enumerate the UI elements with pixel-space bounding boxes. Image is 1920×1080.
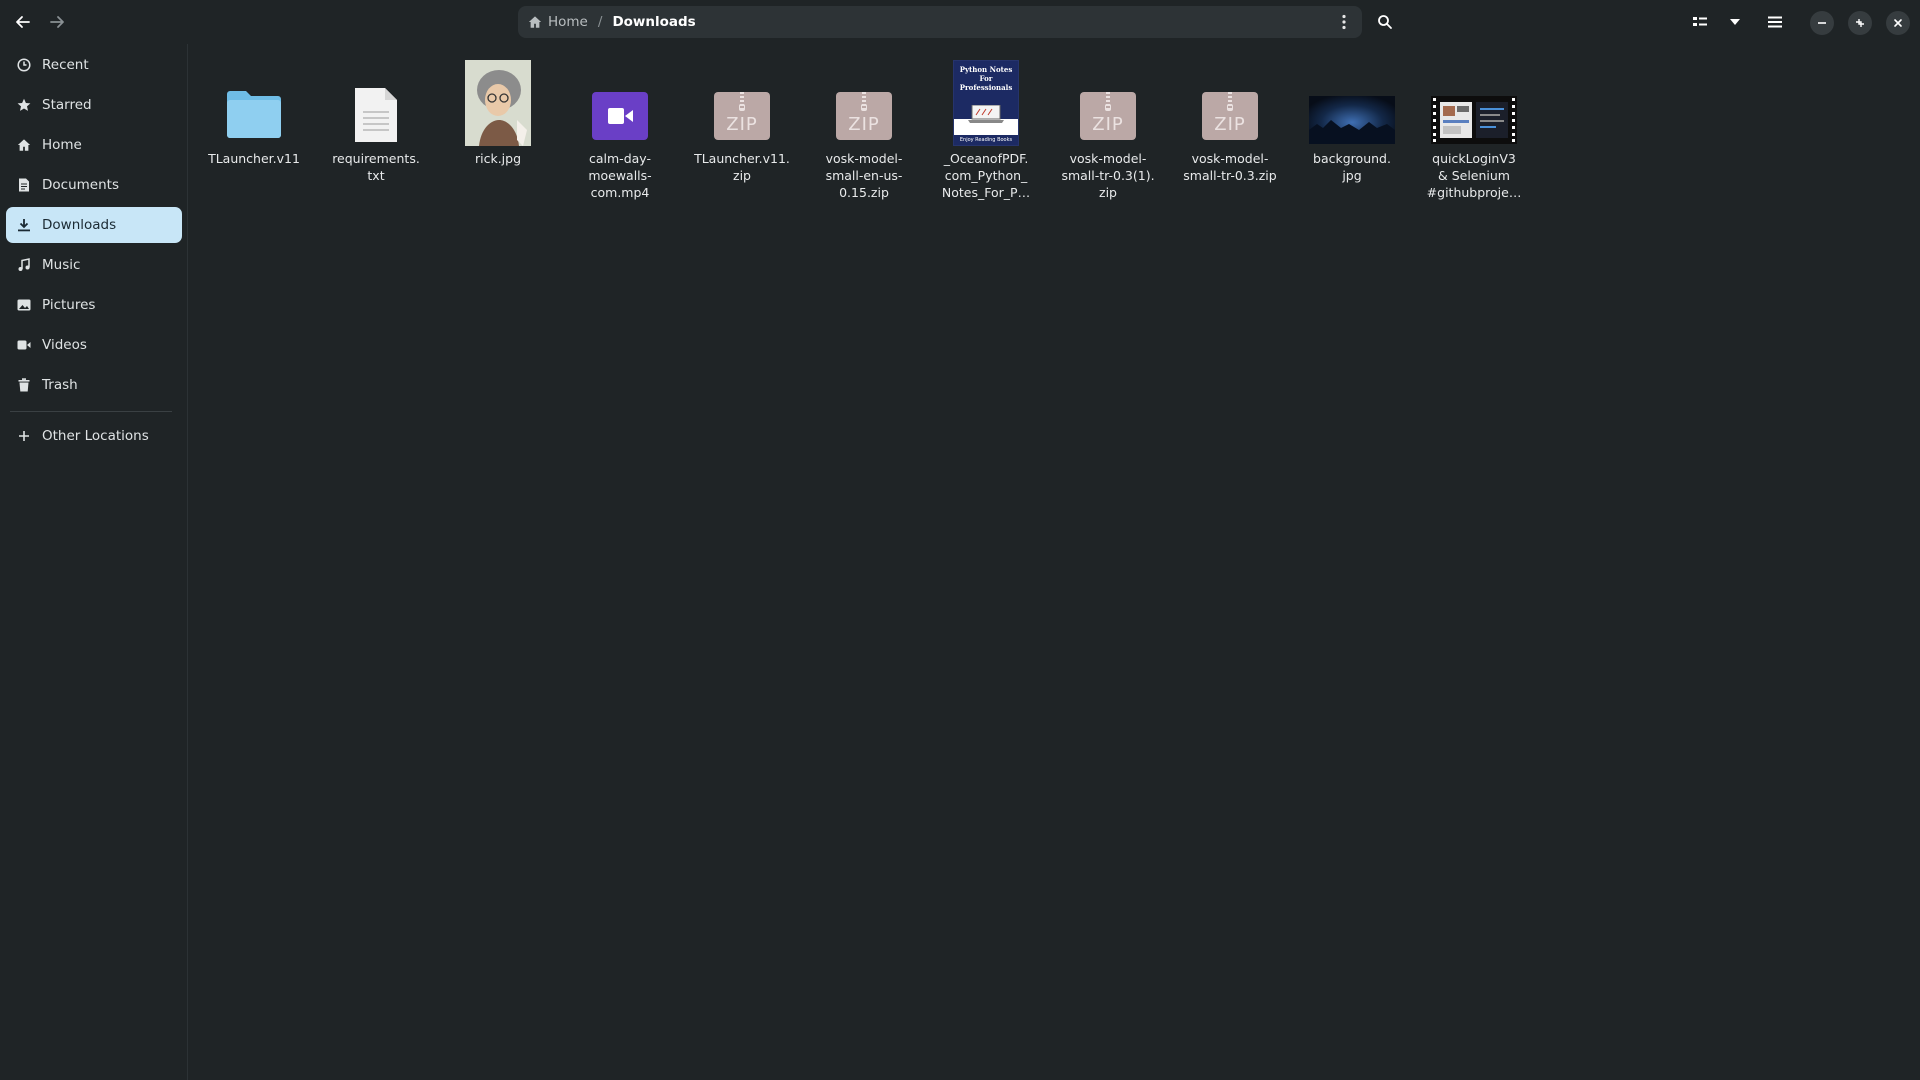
image-thumbnail [448, 50, 548, 146]
sidebar-item-videos[interactable]: Videos [6, 327, 182, 363]
document-icon [16, 177, 32, 193]
file-item[interactable]: ZIP TLauncher.v11. zip [687, 50, 797, 184]
file-name: _OceanofPDF. com_Python_ Notes_For_P… [941, 151, 1031, 200]
file-name: TLauncher.v11 [208, 151, 300, 166]
sidebar-item-label: Other Locations [42, 428, 149, 444]
path-bar[interactable]: Home / Downloads [518, 6, 1362, 38]
sidebar: Recent Starred Home Documents Downloads … [0, 44, 188, 1080]
zip-archive-icon: ZIP [1180, 50, 1280, 146]
sidebar-item-label: Trash [42, 377, 78, 393]
download-icon [16, 217, 32, 233]
sidebar-divider [10, 411, 172, 412]
sidebar-item-label: Downloads [42, 217, 117, 233]
restore-icon [1856, 19, 1864, 27]
sidebar-item-home[interactable]: Home [6, 127, 182, 163]
sidebar-item-trash[interactable]: Trash [6, 367, 182, 403]
file-item[interactable]: calm-day- moewalls- com.mp4 [565, 50, 675, 201]
sidebar-item-other-locations[interactable]: Other Locations [6, 418, 182, 454]
trash-icon [16, 377, 32, 393]
view-toggle-button[interactable] [1685, 8, 1715, 36]
file-name: vosk-model- small-en-us- 0.15.zip [825, 151, 903, 200]
video-thumbnail [1424, 50, 1524, 146]
plus-icon [16, 428, 32, 444]
file-item[interactable]: ZIP vosk-model- small-en-us- 0.15.zip [809, 50, 919, 201]
view-options-button[interactable] [1720, 8, 1750, 36]
arrow-left-icon [16, 16, 30, 28]
close-button[interactable] [1886, 11, 1910, 35]
clock-icon [16, 57, 32, 73]
sidebar-item-label: Videos [42, 337, 87, 353]
image-thumbnail [1302, 50, 1402, 146]
pdf-thumbnail: Python Notes For Professionals Enjoy Rea… [936, 50, 1036, 146]
file-item[interactable]: ZIP vosk-model- small-tr-0.3(1). zip [1053, 50, 1163, 201]
breadcrumb-home-label: Home [548, 14, 588, 30]
back-button[interactable] [8, 8, 38, 36]
file-item[interactable]: rick.jpg [443, 50, 553, 167]
search-icon [1378, 15, 1392, 29]
arrow-right-icon [50, 16, 64, 28]
hamburger-menu-icon [1768, 16, 1782, 28]
vertical-dots-icon [1342, 14, 1346, 30]
file-grid[interactable]: TLauncher.v11 requirements. txt rick.jpg… [189, 44, 1920, 1080]
video-file-icon [570, 50, 670, 146]
file-name: vosk-model- small-tr-0.3.zip [1183, 151, 1277, 183]
zip-archive-icon: ZIP [1058, 50, 1158, 146]
video-icon [16, 337, 32, 353]
sidebar-item-label: Music [42, 257, 81, 273]
home-icon [16, 137, 32, 153]
sidebar-item-starred[interactable]: Starred [6, 87, 182, 123]
file-name: calm-day- moewalls- com.mp4 [588, 151, 652, 200]
picture-icon [16, 297, 32, 313]
file-item[interactable]: Python Notes For Professionals Enjoy Rea… [931, 50, 1041, 201]
sidebar-item-label: Documents [42, 177, 119, 193]
sidebar-item-documents[interactable]: Documents [6, 167, 182, 203]
star-icon [16, 97, 32, 113]
zip-archive-icon: ZIP [814, 50, 914, 146]
pdf-cover-footer: Enjoy Reading Books [954, 135, 1018, 145]
chevron-down-icon [1730, 19, 1740, 25]
file-name: vosk-model- small-tr-0.3(1). zip [1061, 151, 1155, 200]
path-menu-button[interactable] [1332, 10, 1356, 34]
sidebar-item-downloads[interactable]: Downloads [6, 207, 182, 243]
breadcrumb-downloads[interactable]: Downloads [612, 14, 695, 30]
minimize-button[interactable] [1810, 11, 1834, 35]
text-file-icon [326, 50, 426, 146]
file-name: background. jpg [1313, 151, 1391, 183]
file-name: rick.jpg [474, 151, 522, 166]
sidebar-item-label: Recent [42, 57, 89, 73]
breadcrumb-separator: / [597, 14, 603, 30]
sidebar-item-label: Home [42, 137, 82, 153]
sidebar-item-label: Starred [42, 97, 92, 113]
search-button[interactable] [1370, 8, 1400, 36]
close-icon [1894, 19, 1902, 27]
home-icon [528, 16, 542, 28]
breadcrumb-downloads-label: Downloads [612, 14, 696, 30]
header-bar: Home / Downloads [0, 0, 1920, 44]
folder-icon [204, 50, 304, 146]
file-item[interactable]: background. jpg [1297, 50, 1407, 184]
file-item[interactable]: requirements. txt [321, 50, 431, 184]
file-name: TLauncher.v11. zip [694, 151, 790, 183]
file-name: quickLoginV3 & Selenium #githubproje… [1426, 151, 1522, 200]
minimize-icon [1818, 22, 1826, 24]
file-item[interactable]: ZIP vosk-model- small-tr-0.3.zip [1175, 50, 1285, 184]
zip-archive-icon: ZIP [692, 50, 792, 146]
sidebar-item-pictures[interactable]: Pictures [6, 287, 182, 323]
sidebar-item-recent[interactable]: Recent [6, 47, 182, 83]
sidebar-item-label: Pictures [42, 297, 96, 313]
music-icon [16, 257, 32, 273]
file-name: requirements. txt [332, 151, 420, 183]
forward-button[interactable] [42, 8, 72, 36]
restore-button[interactable] [1848, 11, 1872, 35]
file-item[interactable]: TLauncher.v11 [199, 50, 309, 167]
breadcrumb-home[interactable]: Home [528, 14, 588, 30]
file-item[interactable]: quickLoginV3 & Selenium #githubproje… [1419, 50, 1529, 201]
main-menu-button[interactable] [1760, 8, 1790, 36]
list-view-icon [1693, 17, 1707, 26]
sidebar-item-music[interactable]: Music [6, 247, 182, 283]
